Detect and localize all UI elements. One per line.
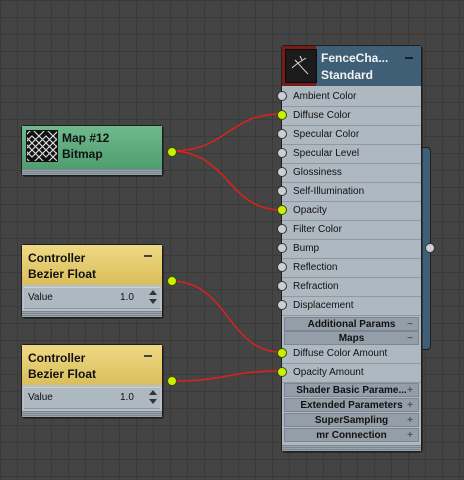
slot-input-socket[interactable] bbox=[277, 281, 287, 291]
controller-node-2[interactable]: Controller Bezier Float Value 1.0 bbox=[21, 344, 177, 418]
slot-input-socket[interactable] bbox=[277, 300, 287, 310]
bitmap-map-node[interactable]: Map #12 Bitmap bbox=[21, 125, 177, 176]
wire-controller2-to-opacity-amount bbox=[170, 370, 282, 382]
controller-1-output-socket[interactable] bbox=[167, 276, 177, 286]
slot-opacity-amount[interactable]: Opacity Amount bbox=[277, 363, 421, 383]
bitmap-output-socket[interactable] bbox=[167, 147, 177, 157]
slot-self-illumination[interactable]: Self-Illumination bbox=[277, 182, 421, 202]
slot-displacement[interactable]: Displacement bbox=[277, 296, 421, 316]
rollout-supersampling[interactable]: SuperSampling + bbox=[284, 413, 419, 427]
controller-1-value-field[interactable]: 1.0 bbox=[120, 292, 134, 303]
controller-2-subtitle: Bezier Float bbox=[28, 367, 97, 381]
slot-specular-color[interactable]: Specular Color bbox=[277, 125, 421, 145]
node-resize-grip[interactable] bbox=[22, 311, 162, 317]
slot-diffuse-color-amount[interactable]: Diffuse Color Amount bbox=[277, 344, 421, 364]
collapse-icon: − bbox=[407, 319, 413, 330]
slot-ambient-color[interactable]: Ambient Color bbox=[277, 87, 421, 107]
node-resize-grip[interactable] bbox=[22, 411, 162, 417]
expand-icon: + bbox=[407, 400, 413, 411]
bitmap-node-title: Map #12 bbox=[62, 131, 110, 145]
collapse-icon[interactable] bbox=[405, 57, 413, 59]
controller-2-value-row: Value 1.0 bbox=[24, 387, 160, 409]
slot-input-socket[interactable] bbox=[277, 262, 287, 272]
controller-2-title: Controller bbox=[28, 351, 86, 365]
expand-icon: + bbox=[407, 430, 413, 441]
controller-1-subtitle: Bezier Float bbox=[28, 267, 97, 281]
collapse-icon[interactable] bbox=[144, 255, 152, 257]
rollout-mr-connection[interactable]: mr Connection + bbox=[284, 428, 419, 442]
rollout-extended-parameters[interactable]: Extended Parameters + bbox=[284, 398, 419, 412]
controller-node-1[interactable]: Controller Bezier Float Value 1.0 bbox=[21, 244, 177, 318]
wire-bitmap-to-diffuse bbox=[170, 113, 282, 152]
controller-2-header[interactable]: Controller Bezier Float bbox=[22, 345, 162, 385]
material-node-title: FenceCha... bbox=[321, 51, 389, 65]
controller-1-header[interactable]: Controller Bezier Float bbox=[22, 245, 162, 285]
material-node-header[interactable]: FenceCha... Standard bbox=[282, 46, 421, 86]
material-node-subtitle: Standard bbox=[321, 68, 374, 82]
slot-bump[interactable]: Bump bbox=[277, 239, 421, 259]
slot-input-socket[interactable] bbox=[277, 110, 287, 120]
slot-input-socket[interactable] bbox=[277, 186, 287, 196]
slot-glossiness[interactable]: Glossiness bbox=[277, 163, 421, 183]
slot-refraction[interactable]: Refraction bbox=[277, 277, 421, 297]
rollout-additional-params[interactable]: Additional Params − bbox=[284, 317, 419, 331]
rollout-maps[interactable]: Maps − bbox=[284, 331, 419, 345]
slot-input-socket[interactable] bbox=[277, 129, 287, 139]
controller-2-value-label: Value bbox=[28, 392, 53, 403]
material-output-socket[interactable] bbox=[425, 243, 435, 253]
node-resize-grip[interactable] bbox=[22, 169, 162, 175]
slot-input-socket[interactable] bbox=[277, 243, 287, 253]
slot-input-socket[interactable] bbox=[277, 348, 287, 358]
bitmap-node-subtitle: Bitmap bbox=[62, 147, 103, 161]
slot-diffuse-color[interactable]: Diffuse Color bbox=[277, 106, 421, 126]
collapse-icon[interactable] bbox=[144, 355, 152, 357]
slot-reflection[interactable]: Reflection bbox=[277, 258, 421, 278]
expand-icon: + bbox=[407, 385, 413, 396]
controller-1-value-label: Value bbox=[28, 292, 53, 303]
value-spinner-icon[interactable] bbox=[148, 290, 158, 304]
value-spinner-icon[interactable] bbox=[148, 390, 158, 404]
controller-2-output-socket[interactable] bbox=[167, 376, 177, 386]
controller-1-value-row: Value 1.0 bbox=[24, 287, 160, 309]
slot-filter-color[interactable]: Filter Color bbox=[277, 220, 421, 240]
material-node[interactable]: FenceCha... Standard Ambient Color Diffu… bbox=[277, 45, 422, 452]
slot-opacity[interactable]: Opacity bbox=[277, 201, 421, 221]
controller-1-title: Controller bbox=[28, 251, 86, 265]
slot-input-socket[interactable] bbox=[277, 367, 287, 377]
slot-input-socket[interactable] bbox=[277, 167, 287, 177]
slot-input-socket[interactable] bbox=[277, 224, 287, 234]
material-thumbnail bbox=[285, 49, 317, 83]
controller-2-value-field[interactable]: 1.0 bbox=[120, 392, 134, 403]
expand-icon: + bbox=[407, 415, 413, 426]
wire-controller1-to-diffuse-amount bbox=[170, 280, 282, 353]
slot-input-socket[interactable] bbox=[277, 205, 287, 215]
slot-input-socket[interactable] bbox=[277, 148, 287, 158]
rollout-shader-basic-parameters[interactable]: Shader Basic Parame... + bbox=[284, 383, 419, 397]
bitmap-node-header[interactable]: Map #12 Bitmap bbox=[22, 126, 162, 170]
bitmap-thumbnail bbox=[24, 128, 61, 165]
node-resize-grip[interactable] bbox=[282, 445, 421, 451]
slot-specular-level[interactable]: Specular Level bbox=[277, 144, 421, 164]
wire-bitmap-to-opacity bbox=[170, 150, 282, 211]
slot-input-socket[interactable] bbox=[277, 91, 287, 101]
